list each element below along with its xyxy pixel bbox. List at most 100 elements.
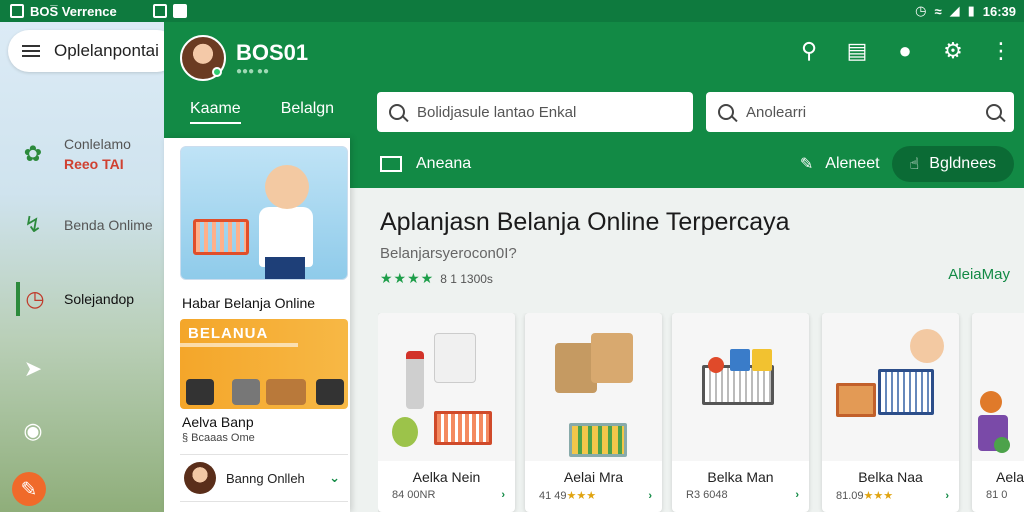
clock-icon: ◷ (16, 282, 50, 316)
drawer-item-2[interactable]: ↯ Benda Onlime (16, 208, 153, 242)
promo-item-jar (232, 379, 260, 405)
promo-item-tablet (186, 379, 214, 405)
app-subtitle: ●●● ●● (236, 66, 269, 77)
search-icon (389, 104, 405, 120)
category-icon (380, 156, 402, 172)
main-search-input[interactable]: Bolidjasule lantao Enkal (377, 92, 693, 132)
status-bar: BOS̅ Verrence ◷ ≈ ◢ ▮ 16:39 (0, 0, 1024, 22)
subrow-left-label[interactable]: Aneana (416, 155, 471, 173)
drawer-item-4[interactable]: ➤ (16, 352, 50, 386)
notification-icon-2 (172, 4, 187, 18)
search-icon[interactable]: ⚲ (796, 38, 822, 64)
page-title: Aplanjasn Belanja Online Terpercaya (380, 208, 790, 236)
pin-icon: ➤ (23, 356, 43, 381)
box-image-2 (752, 349, 772, 371)
subrow-right-label[interactable]: Aleneet (825, 155, 879, 173)
container-image (434, 333, 476, 383)
secondary-search-input[interactable]: Anolearri (706, 92, 1014, 132)
drawer-search-bar[interactable]: Oplelanpontai (8, 30, 178, 72)
user-avatar[interactable] (180, 35, 226, 81)
secondary-search-placeholder: Anolearri (746, 103, 807, 121)
promo-2-title: Aelva Banp (182, 414, 254, 430)
search-icon (718, 104, 734, 120)
promo-1-label: Habar Belanja Online (182, 295, 316, 311)
product-price: 41 49 (539, 489, 567, 502)
kid-head-image (910, 329, 944, 363)
product-meta: 81 0 (986, 489, 1024, 501)
online-indicator (212, 67, 222, 77)
drawer-item-1[interactable]: ✿ Conlelamo Reeo TAI (16, 134, 131, 174)
product-image (378, 313, 515, 461)
product-stars: ★★★ (863, 490, 894, 502)
product-image (525, 313, 662, 461)
product-card[interactable]: Aelai Mra 41 49 ★★★ › (525, 313, 662, 512)
product-card[interactable]: Belka Naa 81.09 ★★★ › (822, 313, 959, 512)
chat-icon: ✎ (799, 156, 814, 173)
notification-icon (152, 4, 167, 18)
inbox-icon[interactable]: ▤ (844, 38, 870, 64)
shopping-cart-image (193, 219, 249, 255)
product-card[interactable]: Aelka Nein 84 00NR › (378, 313, 515, 512)
drawer-item-2-label: Benda Onlime (64, 217, 153, 233)
list-item-label: Banng Onlleh (226, 470, 305, 486)
header-tabs: Kaame Belalgn (190, 100, 334, 124)
bottle-image (406, 351, 424, 409)
kid-head (265, 165, 309, 209)
go-icon[interactable]: › (795, 489, 799, 501)
product-meta: 81.09 ★★★ › (836, 489, 949, 503)
drawer-item-3[interactable]: ◷ Solejandop (16, 282, 134, 316)
paper-bag-image-2 (591, 333, 633, 383)
rating-stars: ★★★★ (380, 270, 435, 286)
kid-legs (265, 257, 305, 279)
drawer-item-1-sublabel: Reeo TAI (64, 156, 124, 172)
drawer-item-5[interactable]: ◉ (16, 414, 50, 448)
product-image (972, 313, 1024, 461)
more-vert-icon[interactable]: ⋮ (988, 38, 1014, 64)
wifi-icon: ≈ (934, 3, 942, 19)
box-image (730, 349, 750, 371)
apple-image (708, 357, 724, 373)
pill-label: Bgldnees (929, 155, 996, 172)
profile-icon[interactable]: ● (892, 38, 918, 64)
main-search-placeholder: Bolidjasule lantao Enkal (417, 103, 577, 121)
go-icon[interactable]: › (648, 490, 652, 502)
product-meta: R3 6048 › (686, 489, 799, 501)
promo-banner-1[interactable] (180, 146, 348, 280)
promo-2-brand: BELANUA (188, 325, 269, 342)
product-price: 84 00NR (392, 489, 436, 501)
promo-item-phone (316, 379, 344, 405)
menu-icon[interactable] (22, 45, 40, 57)
product-name: Aelai Mra (563, 469, 624, 485)
tab-belalgn[interactable]: Belalgn (281, 100, 334, 124)
product-meta: 84 00NR › (392, 489, 505, 501)
product-card[interactable]: Belka Man R3 6048 › (672, 313, 809, 512)
leaf-icon: ✿ (23, 141, 43, 166)
go-icon[interactable]: › (501, 489, 505, 501)
promo-item-basket (266, 379, 306, 405)
edit-fab-button[interactable]: ✎ (12, 472, 46, 506)
rating-text: 8 1 1300s (440, 271, 493, 286)
see-all-link[interactable]: AleiaMay (948, 266, 1010, 283)
battery-icon: ▮ (967, 3, 975, 18)
drawer-item-3-label: Solejandop (64, 291, 135, 307)
promo-2-subtitle: § Bcaaas Ome (182, 432, 255, 444)
chart-icon: ↯ (23, 212, 43, 237)
list-item[interactable]: Banng Onlleh ⌄ (180, 454, 348, 502)
promo-banner-2[interactable]: BELANUA (180, 319, 348, 409)
basket-image (569, 423, 627, 457)
product-image (822, 313, 959, 461)
drawer-item-1-label: Conlelamo (64, 136, 131, 152)
go-icon[interactable]: › (945, 490, 949, 502)
chevron-down-icon[interactable]: ⌄ (329, 470, 340, 486)
hand-icon: ☝ (909, 156, 920, 173)
product-name: Aelka Nein (412, 469, 481, 485)
search-submit-icon[interactable] (986, 104, 1002, 120)
product-card[interactable]: Aela 81 0 (972, 313, 1024, 512)
tab-kaame[interactable]: Kaame (190, 100, 241, 124)
settings-gear-icon[interactable]: ⚙ (940, 38, 966, 64)
product-price: 81.09 (836, 489, 864, 502)
product-price: 81 0 (986, 489, 1008, 501)
status-app-name: BOS̅ Verrence (30, 3, 117, 19)
product-name: Belka Man (707, 469, 774, 485)
subrow-pill-button[interactable]: ☝ Bgldnees (891, 146, 1014, 182)
